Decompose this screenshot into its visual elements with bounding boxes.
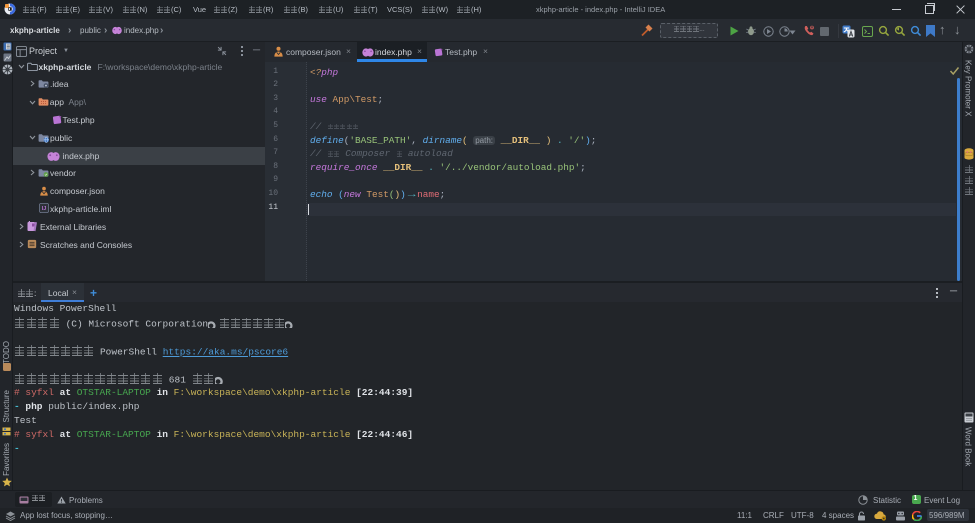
svg-text:IJ: IJ [42, 207, 47, 213]
